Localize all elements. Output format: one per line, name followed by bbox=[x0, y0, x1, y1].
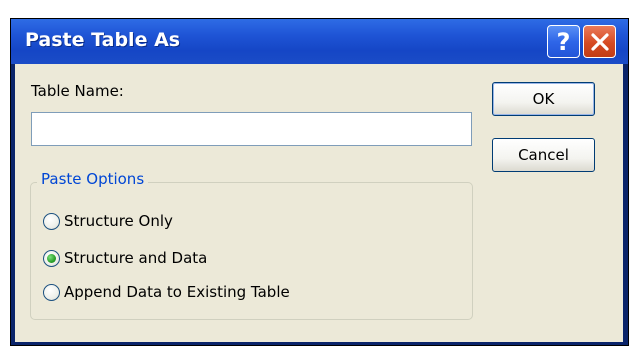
radio-button[interactable] bbox=[43, 212, 60, 230]
option-structure-and-data[interactable]: Structure and Data bbox=[43, 246, 207, 270]
close-button[interactable] bbox=[583, 25, 616, 58]
question-mark-icon: ? bbox=[556, 27, 571, 56]
paste-table-as-dialog: Paste Table As ? Table Name: Paste Optio… bbox=[10, 18, 629, 346]
dialog-body: Table Name: Paste Options Structure Only… bbox=[15, 64, 623, 342]
dialog-title: Paste Table As bbox=[25, 29, 181, 51]
close-icon bbox=[590, 32, 609, 51]
option-label: Structure Only bbox=[64, 212, 173, 230]
option-structure-only[interactable]: Structure Only bbox=[43, 209, 173, 233]
option-append-data[interactable]: Append Data to Existing Table bbox=[43, 280, 290, 304]
table-name-label: Table Name: bbox=[31, 82, 124, 100]
cancel-button[interactable]: Cancel bbox=[492, 138, 595, 172]
help-button[interactable]: ? bbox=[547, 25, 580, 58]
table-name-input[interactable] bbox=[31, 112, 472, 146]
radio-button[interactable] bbox=[43, 283, 60, 301]
option-label: Structure and Data bbox=[64, 249, 208, 267]
radio-button-selected[interactable] bbox=[43, 249, 60, 267]
selected-dot-icon bbox=[47, 253, 56, 263]
paste-options-label: Paste Options bbox=[37, 170, 149, 188]
option-label: Append Data to Existing Table bbox=[64, 283, 290, 301]
ok-button[interactable]: OK bbox=[492, 82, 595, 116]
title-bar[interactable]: Paste Table As ? bbox=[11, 19, 628, 64]
